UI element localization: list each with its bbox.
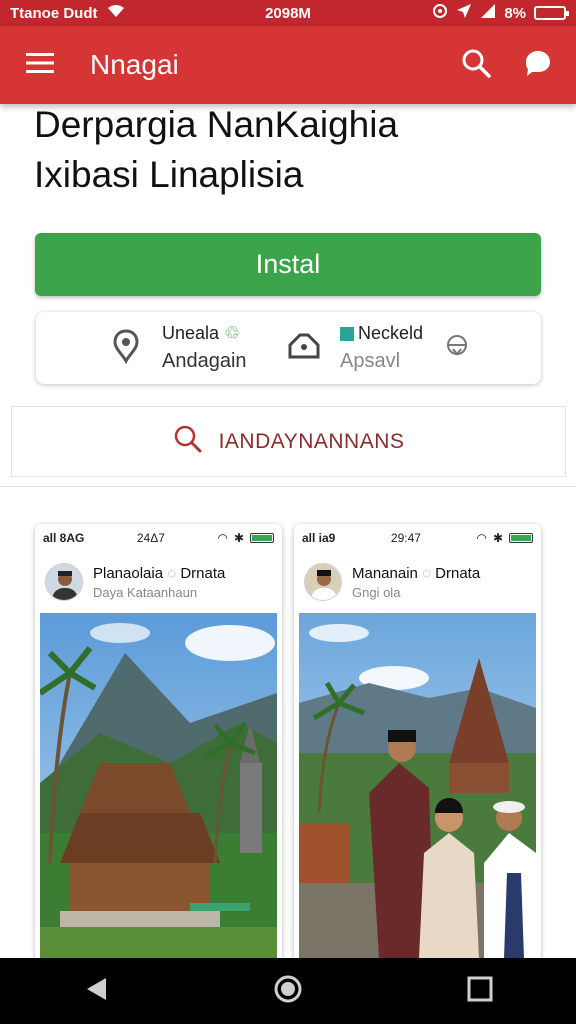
- info-card: Uneala ♲ Andagain Neckeld Apsavl: [36, 312, 541, 384]
- info-left-top: Uneala: [162, 323, 220, 343]
- search-field[interactable]: IANDAYNANNANS: [11, 406, 566, 477]
- post-subtitle: Gngi ola: [352, 584, 401, 600]
- bluetooth-icon: ✱: [233, 531, 244, 545]
- screenshot-status-bar: all 8AG 24Δ7 ◠ ✱: [35, 524, 282, 552]
- app-bar: Nnagai: [0, 26, 576, 104]
- alarm-icon: [432, 3, 448, 23]
- wifi-icon: [106, 3, 126, 23]
- page-title: Derpargia NanKaighia Ixibasi Linaplisia: [34, 100, 554, 200]
- search-icon: [460, 47, 492, 84]
- chevron-icon: [445, 334, 469, 363]
- leaf-icon: ◌: [167, 564, 177, 582]
- search-icon: [173, 424, 203, 459]
- hamburger-icon: [26, 52, 54, 79]
- info-left-bottom: Andagain: [162, 350, 247, 372]
- info-right-top: Neckeld: [358, 323, 424, 343]
- system-nav-bar: [0, 958, 576, 1024]
- back-button[interactable]: [66, 961, 126, 1021]
- leaf-icon: ♲: [224, 323, 241, 343]
- home-circle-icon: [273, 974, 303, 1009]
- search-text: IANDAYNANNANS: [218, 429, 405, 453]
- install-button[interactable]: Instal: [35, 233, 541, 296]
- screenshot-time: 29:47: [390, 531, 421, 545]
- map-pin-icon: [112, 328, 140, 369]
- battery-percent: 8%: [504, 4, 526, 22]
- section-divider: [0, 486, 576, 487]
- recents-square-icon: [467, 976, 493, 1007]
- post-header: Mananain ◌ Drnata Gngi ola: [294, 552, 541, 612]
- screenshot-card-1[interactable]: all 8AG 24Δ7 ◠ ✱ Planaolaia ◌ Drnata Day…: [35, 524, 282, 964]
- leaf-icon: ◌: [422, 564, 431, 582]
- status-left-text: Ttanoe Dudt: [10, 4, 98, 22]
- info-item-right[interactable]: Neckeld Apsavl: [286, 312, 469, 384]
- location-icon: [456, 3, 472, 23]
- page-title-line1: Derpargia NanKaighia: [34, 104, 399, 145]
- avatar[interactable]: [304, 563, 342, 601]
- battery-icon: [250, 533, 274, 543]
- post-author-suffix: Drnata: [435, 564, 481, 582]
- page-title-line2: Ixibasi Linaplisia: [34, 154, 304, 195]
- bluetooth-icon: ✱: [492, 531, 503, 545]
- chat-bubble-icon: [523, 48, 553, 83]
- screenshot-status-bar: all ia9 29:47 ◠ ✱: [294, 524, 541, 552]
- signal-icon: [480, 3, 496, 23]
- post-subtitle: Daya Kataanhaun: [93, 584, 198, 600]
- wifi-icon: ◠: [217, 531, 228, 545]
- battery-icon: [509, 533, 533, 543]
- chat-button[interactable]: [514, 41, 562, 89]
- device-icon: [286, 329, 322, 368]
- screenshot-signal: all ia9: [302, 531, 336, 545]
- post-author-suffix: Drnata: [180, 564, 226, 582]
- back-triangle-icon: [84, 976, 108, 1007]
- recents-button[interactable]: [450, 961, 510, 1021]
- info-item-left[interactable]: Uneala ♲ Andagain: [112, 312, 247, 384]
- battery-icon: [534, 6, 569, 20]
- post-author: Planaolaia: [93, 564, 164, 582]
- screenshot-signal: all 8AG: [43, 531, 85, 545]
- screenshot-time: 24Δ7: [136, 531, 165, 545]
- post-header: Planaolaia ◌ Drnata Daya Kataanhaun: [35, 552, 282, 612]
- avatar[interactable]: [45, 563, 83, 601]
- info-right-bottom: Apsavl: [340, 350, 401, 372]
- post-author: Mananain: [352, 564, 418, 582]
- landscape-photo: [40, 613, 277, 958]
- wifi-icon: ◠: [476, 531, 487, 545]
- status-bar: Ttanoe Dudt 2098M 8%: [0, 0, 576, 26]
- home-button[interactable]: [258, 961, 318, 1021]
- grid-icon: [340, 327, 354, 342]
- app-title: Nnagai: [90, 49, 179, 80]
- screenshot-card-2[interactable]: all ia9 29:47 ◠ ✱ Mananain ◌ Drnata Gngi…: [294, 524, 541, 964]
- search-button[interactable]: [452, 41, 500, 89]
- menu-button[interactable]: [10, 35, 70, 95]
- people-temple-photo: [299, 613, 536, 958]
